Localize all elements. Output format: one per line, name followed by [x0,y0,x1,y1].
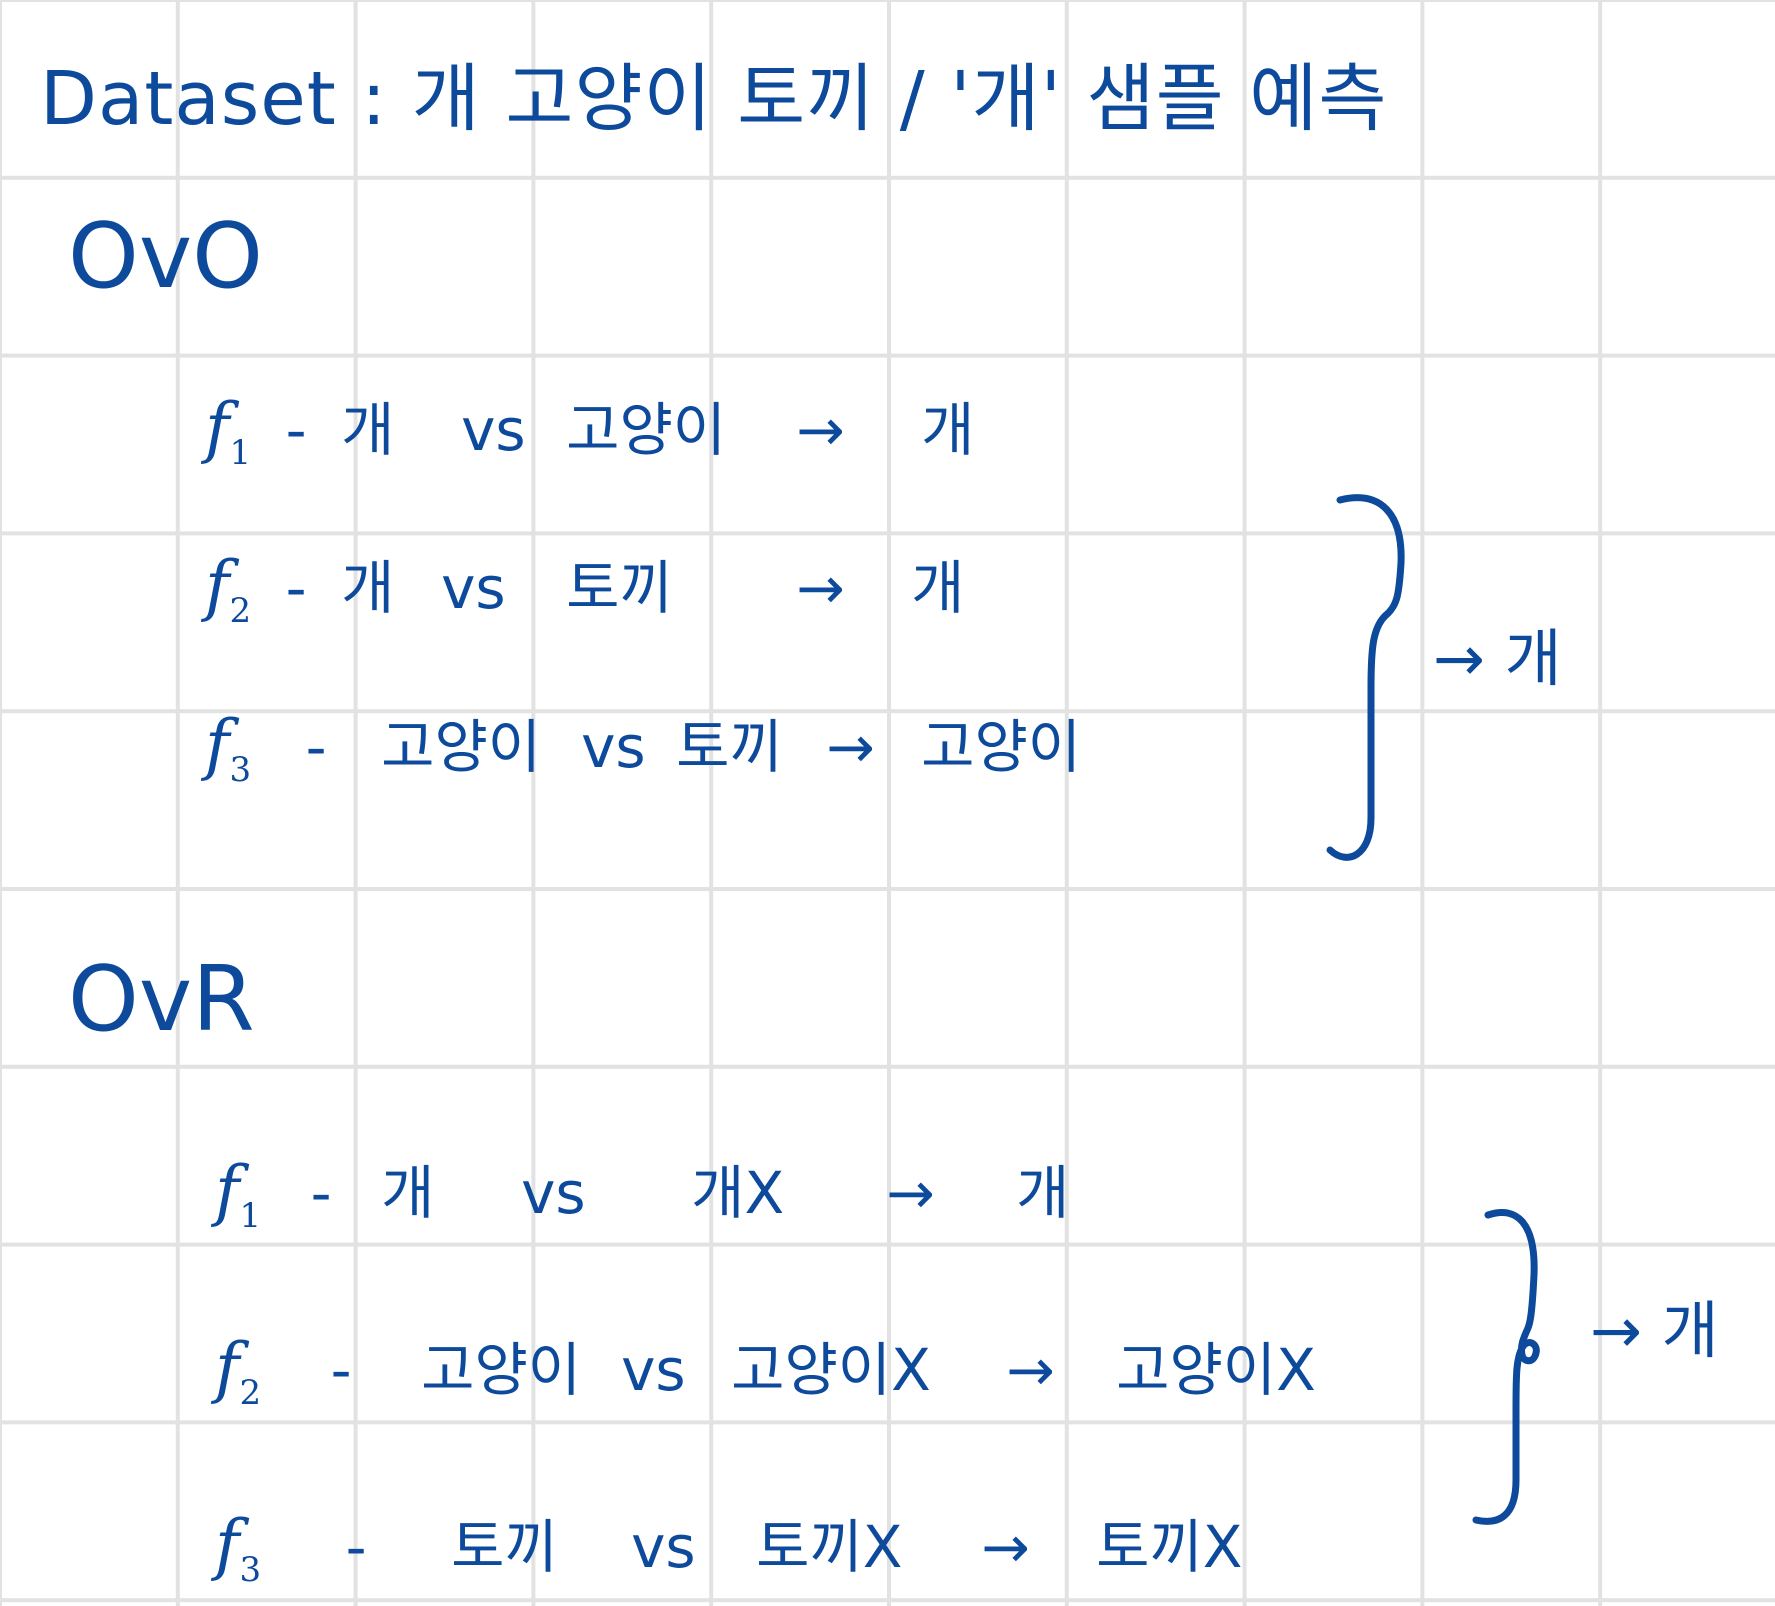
ovo-heading: OvO [68,204,263,309]
ovo-row: f1 - 개 vs 고양이 → 개 [205,389,975,474]
note-page: Dataset : 개 고양이 토끼 / '개' 샘플 예측 OvO f1 - … [0,0,1775,1606]
ovr-brace-icon [1472,1209,1540,1525]
dash: - [285,554,307,622]
dash: - [310,1159,332,1227]
class-b: 고양이 [566,396,727,464]
class-b: 토끼 [676,713,783,781]
function-name: f3 [205,706,252,791]
ovo-row: f3 - 고양이 vs 토끼 → 고양이 [205,706,1082,791]
prediction: 개 [921,396,975,464]
dash: - [330,1336,352,1404]
vs-label: vs [631,1513,696,1581]
arrow: → [826,713,875,781]
class-b: 토끼 [566,554,673,622]
ovr-row: f3 - 토끼 vs 토끼X → 토끼X [215,1506,1243,1591]
function-name: f2 [215,1329,262,1414]
class-a: 개 [381,1159,435,1227]
page-title: Dataset : 개 고양이 토끼 / '개' 샘플 예측 [40,56,1388,142]
vs-label: vs [621,1336,686,1404]
dash: - [345,1513,367,1581]
function-name: f3 [215,1506,262,1591]
prediction: 고양이 [921,713,1082,781]
vs-label: vs [441,554,506,622]
function-name: f2 [205,547,252,632]
dash: - [285,396,307,464]
dash: - [305,713,327,781]
class-b: 개X [691,1159,785,1227]
class-a: 토끼 [451,1513,558,1581]
ovo-row: f2 - 개 vs 토끼 → 개 [205,547,965,632]
arrow: → [981,1513,1030,1581]
class-b: 토끼X [756,1513,903,1581]
function-name: f1 [205,389,252,474]
arrow: → [796,396,845,464]
class-a: 고양이 [421,1336,582,1404]
arrow: → [796,554,845,622]
arrow: → [1006,1336,1055,1404]
class-a: 고양이 [381,713,542,781]
ovr-row: f1 - 개 vs 개X → 개 [215,1152,1070,1237]
ovo-result: → 개 [1433,622,1562,695]
function-name: f1 [215,1152,262,1237]
vs-label: vs [581,713,646,781]
class-a: 개 [341,396,395,464]
prediction: 토끼X [1096,1513,1243,1581]
ovr-row: f2 - 고양이 vs 고양이X → 고양이X [215,1329,1316,1414]
prediction: 개 [1016,1159,1070,1227]
prediction: 고양이X [1116,1336,1316,1404]
vs-label: vs [521,1159,586,1227]
ovo-brace-icon [1326,494,1405,861]
arrow: → [886,1159,935,1227]
class-a: 개 [341,554,395,622]
class-b: 고양이X [731,1336,931,1404]
vs-label: vs [461,396,526,464]
prediction: 개 [911,554,965,622]
ovr-result: → 개 [1590,1294,1719,1367]
ovr-heading: OvR [68,947,255,1052]
